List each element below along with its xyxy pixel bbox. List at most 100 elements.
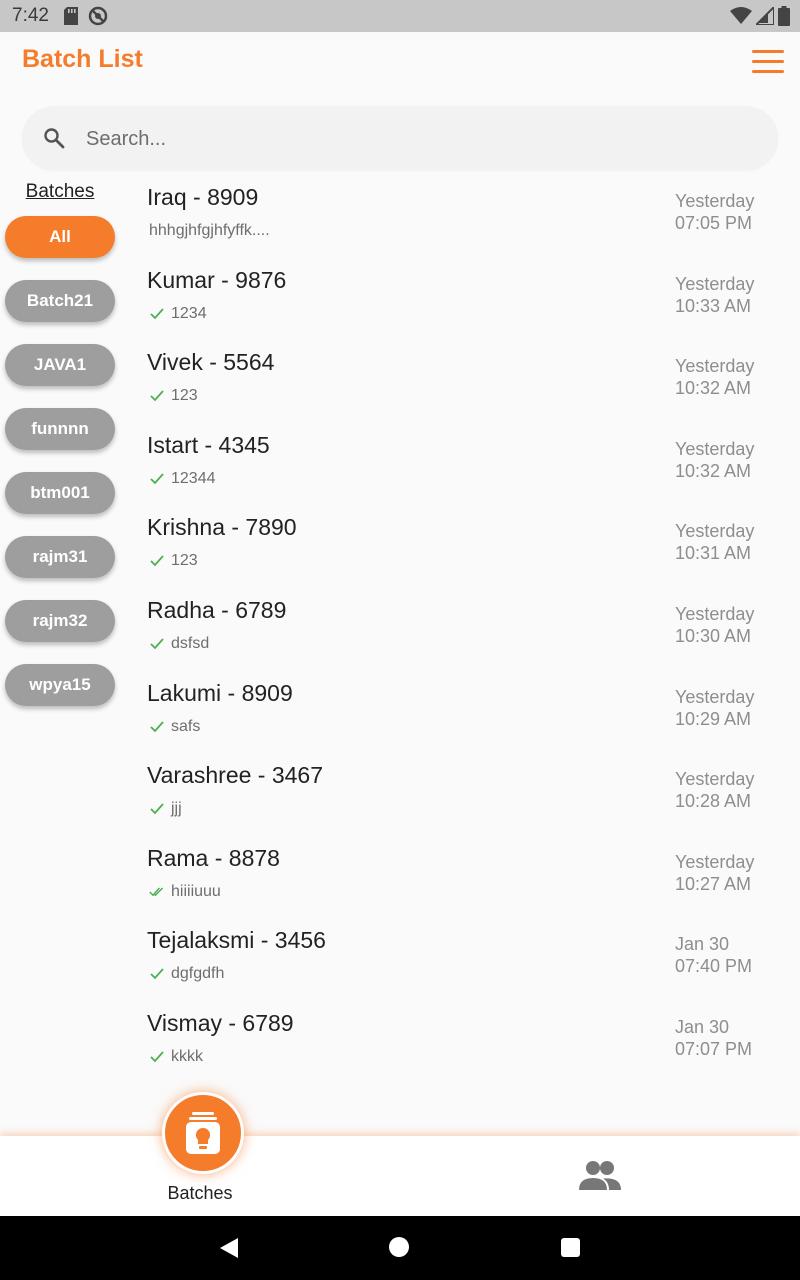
chat-preview: 1234: [149, 305, 207, 323]
chat-time: 10:28 AM: [675, 791, 752, 812]
nav-students-button[interactable]: [578, 1160, 622, 1192]
signal-icon: [756, 7, 774, 25]
chat-time: 10:33 AM: [675, 295, 752, 316]
chat-date: Jan 30: [675, 1017, 730, 1037]
chat-list-item[interactable]: Tejalaksmi - 3456 dgfgdfh Jan 30 07:40 PM: [147, 923, 787, 1003]
double-check-icon: [149, 887, 164, 897]
chat-preview: dgfgdfh: [149, 965, 224, 983]
chat-name: Lakumi - 8909: [147, 679, 293, 706]
recent-apps-icon[interactable]: [561, 1238, 580, 1257]
chat-preview-text: hhhgjhfgjhfyffk....: [149, 222, 270, 239]
chat-name: Rama - 8878: [147, 844, 280, 871]
chat-time: 07:05 PM: [675, 213, 753, 233]
chat-preview-text: 123: [171, 387, 198, 405]
batch-chip[interactable]: btm001: [5, 472, 115, 514]
chat-date: Yesterday: [675, 851, 755, 872]
chat-list-item[interactable]: Lakumi - 8909 safs Yesterday 10:29 AM: [147, 676, 787, 756]
chat-list-item[interactable]: Rama - 8878 hiiiiuuu Yesterday 10:27 AM: [147, 841, 787, 921]
chat-preview: kkkk: [149, 1048, 203, 1066]
wifi-icon: [730, 7, 752, 24]
chat-time: 10:27 AM: [675, 873, 752, 894]
chat-name: Vismay - 6789: [147, 1010, 294, 1036]
batch-chip[interactable]: JAVA1: [5, 344, 115, 386]
batch-chip[interactable]: funnnn: [5, 408, 115, 450]
menu-icon: [752, 50, 784, 53]
check-icon: [150, 473, 164, 485]
chat-preview: hhhgjhfgjhfyffk....: [149, 222, 270, 240]
chat-date: Yesterday: [675, 686, 755, 707]
search-bar[interactable]: [22, 106, 778, 170]
chat-name: Kumar - 9876: [147, 266, 287, 293]
people-icon: [579, 1161, 621, 1190]
chat-preview: 123: [149, 387, 198, 405]
page-title: Batch List: [22, 45, 143, 73]
chat-list-item[interactable]: Vivek - 5564 123 Yesterday 10:32 AM: [147, 345, 787, 425]
chat-date: Yesterday: [675, 273, 755, 294]
chat-time: 10:30 AM: [675, 626, 752, 646]
chat-list-item[interactable]: Kumar - 9876 1234 Yesterday 10:33 AM: [147, 263, 787, 343]
chat-timestamp: Yesterday 10:31 AM: [675, 520, 765, 564]
chat-time: 10:32 AM: [675, 460, 752, 481]
check-icon: [150, 555, 164, 567]
batches-icon: [186, 1112, 220, 1154]
chat-list-item[interactable]: Varashree - 3467 jjj Yesterday 10:28 AM: [147, 758, 787, 838]
check-icon: [150, 968, 164, 980]
check-icon: [150, 307, 164, 319]
batch-chip[interactable]: wpya15: [5, 664, 115, 706]
chat-preview-text: 123: [171, 552, 198, 570]
chat-timestamp: Yesterday 07:05 PM: [675, 190, 765, 234]
chat-date: Jan 30: [675, 934, 730, 955]
chat-preview: dsfsd: [149, 635, 209, 653]
chat-preview-text: dgfgdfh: [171, 965, 225, 983]
batch-chip[interactable]: All: [5, 216, 115, 258]
check-icon: [150, 720, 164, 732]
chat-preview: 123: [149, 552, 198, 570]
chat-time: 07:40 PM: [675, 956, 753, 977]
chat-timestamp: Yesterday 10:33 AM: [675, 273, 765, 317]
chat-preview: jjj: [149, 800, 182, 818]
chat-name: Radha - 6789: [147, 597, 287, 623]
chat-time: 07:07 PM: [675, 1039, 753, 1059]
nav-batches-button[interactable]: [162, 1092, 244, 1174]
chat-list-item[interactable]: Iraq - 8909 hhhgjhfgjhfyffk.... Yesterday 0…: [147, 180, 787, 260]
chat-name: Vivek - 5564: [147, 349, 275, 376]
bottom-navigation: [0, 1136, 800, 1216]
chat-name: Krishna - 7890: [147, 514, 297, 541]
sd-card-icon: [64, 7, 78, 25]
chat-preview-text: 1234: [171, 304, 207, 322]
chat-preview: 12344: [149, 470, 216, 488]
chat-preview-text: dsfsd: [171, 635, 210, 652]
battery-icon: [778, 6, 790, 26]
chat-list-item[interactable]: Vismay - 6789 kkkk Jan 30 07:07 PM: [147, 1006, 787, 1086]
nav-batches-label[interactable]: Batches: [150, 1183, 250, 1204]
chat-list-item[interactable]: Krishna - 7890 123 Yesterday 10:31 AM: [147, 510, 787, 590]
chat-preview-text: hiiiiuuu: [171, 882, 221, 900]
status-bar: 7:42: [0, 0, 800, 32]
chat-preview-text: 12344: [171, 469, 216, 487]
chat-timestamp: Yesterday 10:32 AM: [675, 355, 765, 399]
chat-date: Yesterday: [675, 769, 755, 790]
chat-name: Istart - 4345: [147, 431, 270, 458]
chat-preview: safs: [149, 718, 200, 736]
chat-list-item[interactable]: Istart - 4345 12344 Yesterday 10:32 AM: [147, 428, 787, 508]
chat-timestamp: Yesterday 10:30 AM: [675, 603, 765, 647]
chat-timestamp: Jan 30 07:07 PM: [675, 1016, 765, 1060]
batches-heading[interactable]: Batches: [0, 181, 120, 203]
back-icon[interactable]: [218, 1236, 240, 1260]
home-icon[interactable]: [389, 1237, 409, 1257]
chat-name: Varashree - 3467: [147, 762, 324, 789]
chat-timestamp: Yesterday 10:29 AM: [675, 686, 765, 730]
chat-name: Iraq - 8909: [147, 184, 259, 210]
chat-timestamp: Yesterday 10:27 AM: [675, 851, 765, 895]
chat-time: 10:32 AM: [675, 378, 752, 399]
batch-chip[interactable]: rajm32: [5, 600, 115, 642]
check-icon: [150, 638, 164, 650]
batch-chip[interactable]: Batch21: [5, 280, 115, 322]
batch-chip[interactable]: rajm31: [5, 536, 115, 578]
app-bar: Batch List: [0, 32, 800, 92]
check-icon: [150, 803, 164, 815]
search-input[interactable]: [84, 120, 748, 158]
menu-button[interactable]: [752, 50, 784, 76]
chat-preview-text: safs: [171, 717, 201, 735]
chat-list-item[interactable]: Radha - 6789 dsfsd Yesterday 10:30 AM: [147, 593, 787, 673]
